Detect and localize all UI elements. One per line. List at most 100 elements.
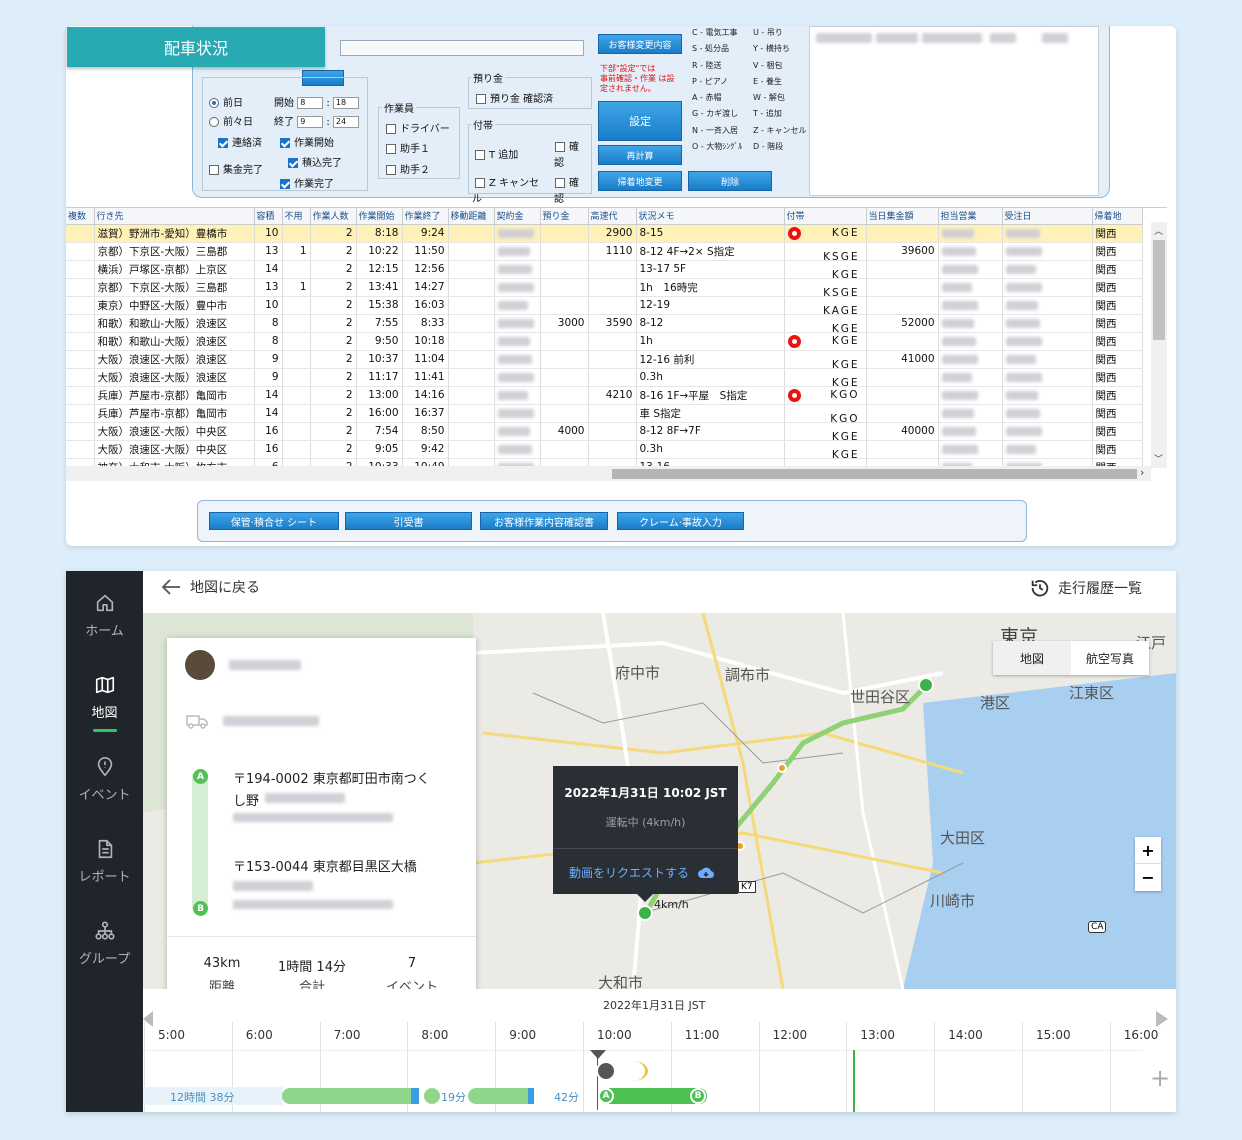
table-cell	[66, 386, 95, 405]
history-link[interactable]: 走行履歴一覧	[1028, 577, 1142, 599]
scroll-up-icon[interactable]: ︿	[1154, 224, 1163, 237]
back-link[interactable]: 地図に戻る	[160, 577, 260, 597]
column-header[interactable]: 容積	[254, 208, 283, 225]
column-header[interactable]: 契約金	[494, 208, 541, 225]
z-cancel-checkbox[interactable]: Z キャンセ	[475, 174, 539, 189]
nav-report[interactable]: レポート	[66, 838, 143, 885]
helper2-checkbox[interactable]: 助手２	[386, 161, 430, 176]
driver-checkbox[interactable]: ドライバー	[386, 120, 450, 135]
end-min-input[interactable]: 24	[332, 116, 359, 128]
blurred-text	[1005, 444, 1036, 454]
table-row[interactable]: 東京）中野区-大阪）豊中市 10 2 15:38 16:03 12-19 KAGE 関西	[66, 296, 1143, 315]
contacted-checkbox[interactable]: 連絡済	[218, 134, 262, 149]
delete-button[interactable]: 削除	[688, 171, 772, 191]
column-header[interactable]: 作業終了	[402, 208, 449, 225]
setting-button[interactable]: 設定	[598, 101, 682, 141]
stop-marker[interactable]	[411, 1088, 419, 1104]
helper1-checkbox[interactable]: 助手１	[386, 140, 430, 155]
collected-checkbox[interactable]: 集金完了	[209, 161, 263, 176]
drive-segment[interactable]	[282, 1088, 418, 1104]
legend-item: O - 大物ｼﾝｸﾞﾙ	[692, 142, 743, 152]
scroll-right-icon[interactable]: ›	[1140, 466, 1144, 479]
table-row[interactable]: 大阪）浪速区-大阪）中央区 16 2 9:05 9:42 0.3h KGE 関西	[66, 440, 1143, 459]
table-row[interactable]: 和歌）和歌山-大阪）浪速区 8 2 7:55 8:33 3000 3590 8-12 KGE 52…	[66, 314, 1143, 333]
recalc-button[interactable]: 再計算	[598, 145, 682, 165]
work-confirm-button[interactable]: お客様作業内容確認書	[480, 512, 608, 530]
horizontal-scroll-thumb[interactable]	[612, 469, 1137, 479]
column-header[interactable]: 不用	[282, 208, 311, 225]
add-icon[interactable]: +	[1150, 1064, 1170, 1092]
nav-events[interactable]: イベント	[66, 756, 143, 803]
column-header[interactable]: 当日集金額	[866, 208, 939, 225]
table-cell: 滋賀）野洲市-愛知）豊橋市	[94, 224, 255, 243]
acceptance-button[interactable]: 引受書	[345, 512, 472, 530]
table-row[interactable]: 京都）下京区-大阪）三島郡 13 1 2 13:41 14:27 1h 16時完 KSGE 関西	[66, 278, 1143, 297]
timeline-marker-b[interactable]: B	[690, 1088, 706, 1104]
timeline-next-icon[interactable]	[1156, 1011, 1168, 1027]
table-row[interactable]: 大阪）浪速区-大阪）浪速区 9 2 11:17 11:41 0.3h KGE 関西	[66, 368, 1143, 387]
deposit-confirmed-checkbox[interactable]: 預り金 確認済	[476, 90, 553, 105]
event-marker[interactable]	[777, 763, 787, 773]
column-header[interactable]: 作業人数	[310, 208, 357, 225]
attach-label: 付帯	[471, 117, 495, 132]
table-row[interactable]: 兵庫）芦屋市-京都）亀岡市 14 2 16:00 16:37 車 S指定 KGO 関西	[66, 404, 1143, 423]
column-header[interactable]: 作業開始	[356, 208, 403, 225]
storage-sheet-button[interactable]: 保管·積合せ シート	[209, 512, 339, 530]
start-hour-input[interactable]: 8	[297, 97, 324, 109]
table-cell: 11:41	[402, 368, 449, 387]
table-row[interactable]: 和歌）和歌山-大阪）浪速区 8 2 9:50 10:18 1h KGE 関西	[66, 332, 1143, 351]
table-cell	[540, 278, 589, 297]
loaded-checkbox[interactable]: 積込完了	[288, 154, 342, 169]
playhead-handle[interactable]	[590, 1050, 606, 1059]
table-row[interactable]: 大阪）浪速区-大阪）浪速区 9 2 10:37 11:04 12-16 前利 KGE 4100…	[66, 350, 1143, 369]
table-row[interactable]: 滋賀）野洲市-愛知）豊橋市 10 2 8:18 9:24 2900 8-15 KGE 関西	[66, 224, 1143, 243]
blurred-text	[1005, 282, 1042, 292]
confirm2-checkbox[interactable]: 確	[555, 174, 579, 189]
request-video-link[interactable]: 動画をリクエストする	[569, 864, 715, 881]
stop-marker[interactable]	[528, 1088, 534, 1104]
search-input[interactable]	[340, 40, 584, 56]
vertical-scroll-thumb[interactable]	[1153, 240, 1165, 340]
return-change-button[interactable]: 帰着地変更	[598, 171, 682, 191]
table-row[interactable]: 大阪）浪速区-大阪）中央区 16 2 7:54 8:50 4000 8-12 8F→7F KG…	[66, 422, 1143, 441]
column-header[interactable]: 受注日	[1002, 208, 1093, 225]
customer-change-button[interactable]: お客様変更内容	[598, 34, 682, 54]
column-header[interactable]: 預り金	[540, 208, 589, 225]
timeline-marker-a[interactable]: A	[598, 1088, 614, 1104]
end-point-marker[interactable]	[918, 677, 934, 693]
zoom-out-button[interactable]: −	[1135, 864, 1161, 891]
column-header[interactable]: 行き先	[94, 208, 255, 225]
t-add-checkbox[interactable]: T 追加	[475, 146, 518, 161]
table-row[interactable]: 横浜）戸塚区-京都）上京区 14 2 12:15 12:56 13-17 5F KGE 関西	[66, 260, 1143, 279]
table-cell	[1002, 224, 1093, 243]
table-row[interactable]: 京都）下京区-大阪）三島郡 13 1 2 10:22 11:50 1110 8-12 4F→2…	[66, 242, 1143, 261]
work-done-checkbox[interactable]: 作業完了	[280, 175, 334, 190]
day-before-radio[interactable]: 前日	[209, 94, 243, 109]
drive-segment[interactable]	[468, 1088, 534, 1104]
confirm1-checkbox[interactable]: 確	[555, 138, 579, 153]
column-header[interactable]: 付帯	[784, 208, 867, 225]
event-cluster-icon[interactable]	[596, 1061, 616, 1081]
column-header[interactable]: 高速代	[588, 208, 637, 225]
column-header[interactable]: 担当営業	[938, 208, 1003, 225]
column-header[interactable]: 帰着地	[1092, 208, 1143, 225]
vehicle-marker[interactable]	[637, 905, 653, 921]
nav-group[interactable]: グループ	[66, 920, 143, 967]
map-type-map[interactable]: 地図	[993, 641, 1071, 675]
end-hour-input[interactable]: 9	[297, 116, 324, 128]
column-header[interactable]: 移動距離	[448, 208, 495, 225]
column-header[interactable]: 複数	[66, 208, 95, 225]
work-started-checkbox[interactable]: 作業開始	[280, 134, 334, 149]
nav-map[interactable]: 地図	[66, 674, 143, 732]
two-days-before-radio[interactable]: 前々日	[209, 113, 253, 128]
zoom-in-button[interactable]: +	[1135, 837, 1161, 864]
drive-segment[interactable]	[424, 1088, 440, 1104]
claim-input-button[interactable]: クレーム·事故入力	[617, 512, 744, 530]
t-add-label: T 追加	[489, 150, 519, 161]
map-type-satellite[interactable]: 航空写真	[1071, 641, 1149, 675]
table-row[interactable]: 兵庫）芦屋市-京都）亀岡市 14 2 13:00 14:16 4210 8-16 1F→平屋…	[66, 386, 1143, 405]
nav-home[interactable]: ホーム	[66, 592, 143, 639]
column-header[interactable]: 状況メモ	[636, 208, 785, 225]
start-min-input[interactable]: 18	[332, 97, 359, 109]
scroll-down-icon[interactable]: ﹀	[1154, 452, 1163, 465]
